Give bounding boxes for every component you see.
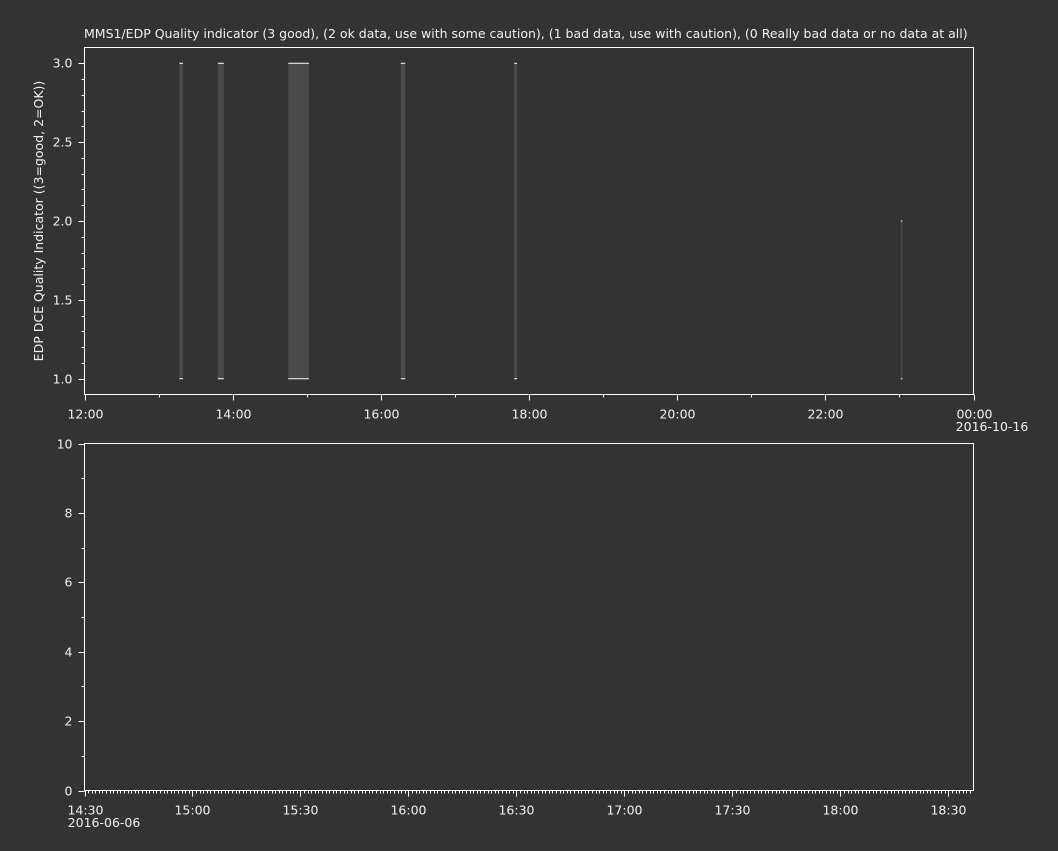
plot-frame-2 bbox=[84, 443, 974, 791]
y-axis-ticks: 1.0 1.5 2.0 2.5 3.0 bbox=[53, 56, 85, 387]
y-axis-ticks-2: 0 2 4 6 8 10 bbox=[57, 437, 85, 799]
chart-title: MMS1/EDP Quality indicator (3 good), (2 … bbox=[84, 26, 968, 41]
x-tick-label: 16:30 bbox=[498, 803, 534, 818]
x-axis-ticks-2: 14:30 15:00 15:30 16:00 16:30 17:00 17:30 18:00… bbox=[67, 790, 971, 818]
x-tick-label: 20:00 bbox=[659, 407, 695, 422]
y-tick-label: 1.0 bbox=[53, 372, 73, 387]
y-tick-label: 1.5 bbox=[53, 293, 73, 308]
y-tick-label: 0 bbox=[65, 784, 73, 799]
y-tick-label: 2 bbox=[65, 714, 73, 729]
empty-panel: 0246810 14:30 15:00 15:30 16:00 16:30 17:00 17… bbox=[57, 437, 974, 830]
y-tick-label: 2.5 bbox=[53, 135, 73, 150]
x-tick-label: 16:00 bbox=[390, 803, 426, 818]
y-tick-label: 4 bbox=[65, 645, 73, 660]
quality-bar bbox=[900, 221, 903, 379]
quality-bar bbox=[514, 63, 518, 379]
quality-bar bbox=[217, 63, 224, 379]
quality-bars bbox=[179, 62, 903, 380]
quality-bar bbox=[400, 63, 406, 379]
x-tick-label: 18:00 bbox=[511, 407, 547, 422]
x-axis-date-label: 2016-10-16 bbox=[956, 419, 1029, 434]
x-axis-ticks: 12:00 14:00 16:00 18:00 20:00 22:00 00:00 bbox=[67, 394, 993, 422]
quality-indicator-panel: MMS1/EDP Quality indicator (3 good), (2 … bbox=[31, 26, 1028, 434]
y-tick-label: 8 bbox=[65, 506, 73, 521]
y-tick-label: 2.0 bbox=[53, 214, 73, 229]
x-axis-date-label-2: 2016-06-06 bbox=[68, 815, 141, 830]
x-tick-label: 12:00 bbox=[67, 407, 103, 422]
x-tick-label: 16:00 bbox=[363, 407, 399, 422]
x-tick-label: 18:00 bbox=[822, 803, 858, 818]
x-tick-label: 14:00 bbox=[215, 407, 251, 422]
y-tick-label: 6 bbox=[65, 575, 73, 590]
y-tick-label: 10 bbox=[57, 437, 73, 452]
x-tick-label: 18:30 bbox=[930, 803, 966, 818]
quality-bar bbox=[179, 63, 184, 379]
y-axis-label: EDP DCE Quality Indicator ((3=good, 2=OK… bbox=[31, 81, 46, 362]
x-tick-label: 15:00 bbox=[174, 803, 210, 818]
quality-bar bbox=[288, 63, 309, 379]
plot-canvas: MMS1/EDP Quality indicator (3 good), (2 … bbox=[31, 26, 1028, 830]
x-tick-label: 17:30 bbox=[714, 803, 750, 818]
y-tick-label: 3.0 bbox=[53, 56, 73, 71]
x-tick-label: 15:30 bbox=[282, 803, 318, 818]
x-tick-label: 22:00 bbox=[807, 407, 843, 422]
x-tick-label: 17:00 bbox=[606, 803, 642, 818]
